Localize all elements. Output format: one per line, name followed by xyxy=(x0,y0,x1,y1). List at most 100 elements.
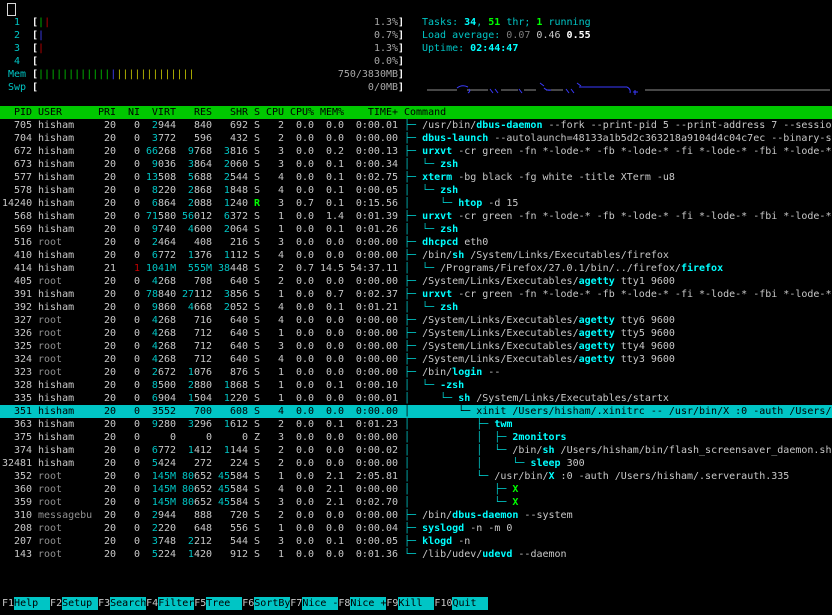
process-row-335[interactable]: 335hisham200690415041220S10.00.00:00.01│… xyxy=(0,392,832,405)
cell-res: 716 xyxy=(182,314,212,327)
process-row-326[interactable]: 326root2004268712640S10.00.00:00.00├─ /S… xyxy=(0,327,832,340)
fn-f7-nice--[interactable]: F7Nice - xyxy=(290,597,338,610)
process-row-325[interactable]: 325root2004268712640S30.00.00:00.00├─ /S… xyxy=(0,340,832,353)
process-row-359[interactable]: 359root200145M8065245584S30.02.10:02.70│… xyxy=(0,496,832,509)
cell-cpu: 3 xyxy=(266,197,284,210)
cursor-glyph-artifact xyxy=(7,3,16,16)
process-row-568[interactable]: 568hisham20071580560126372S10.01.40:01.3… xyxy=(0,210,832,223)
column-header-time[interactable]: TIME+ xyxy=(350,106,398,119)
column-header-virt[interactable]: VIRT xyxy=(146,106,176,119)
process-row-323[interactable]: 323root20026721076876S10.00.00:00.00├─ /… xyxy=(0,366,832,379)
cell-time: 0:00.00 xyxy=(350,483,398,496)
process-row-310[interactable]: 310messagebu2002944888720S20.00.00:00.00… xyxy=(0,509,832,522)
cell-pri: 20 xyxy=(98,327,116,340)
cell-user: root xyxy=(38,548,92,561)
cell-time: 0:00.00 xyxy=(350,353,398,366)
process-row-208[interactable]: 208root2002220648556S10.00.00:00.04├─ sy… xyxy=(0,522,832,535)
cell-command: ├─ dhcpcd eth0 xyxy=(404,237,488,248)
process-row-704[interactable]: 704hisham2003772596432S20.00.00:00.00├─ … xyxy=(0,132,832,145)
text-segment: 0.0 xyxy=(296,406,314,417)
process-row-351[interactable]: 351hisham2003552700608S40.00.00:00.00│ └… xyxy=(0,405,832,418)
process-row-32481[interactable]: 32481hisham2005424272224S20.00.00:00.00│… xyxy=(0,457,832,470)
process-row-328[interactable]: 328hisham200850028801868S10.00.10:00.10│… xyxy=(0,379,832,392)
text-segment: /bin/ xyxy=(422,250,452,261)
process-row-375[interactable]: 375hisham200000Z30.00.00:00.00│ │ ├─ 2mo… xyxy=(0,431,832,444)
fn-f8-nice-+[interactable]: F8Nice + xyxy=(338,597,386,610)
cell-virt: 66268 xyxy=(146,145,176,158)
fn-f4-filter[interactable]: F4Filter xyxy=(146,597,194,610)
process-row-374[interactable]: 374hisham200677214121144S20.00.00:00.02│… xyxy=(0,444,832,457)
text-segment: 0.0 xyxy=(296,237,314,248)
cell-cpup: 0.7 xyxy=(290,262,314,275)
column-header-cpu[interactable]: CPU xyxy=(266,106,284,119)
column-header-res[interactable]: RES xyxy=(182,106,212,119)
fn-f6-sortby[interactable]: F6SortBy xyxy=(242,597,290,610)
column-header-pid[interactable]: PID xyxy=(2,106,32,119)
column-header-memp[interactable]: MEM% xyxy=(320,106,344,119)
process-row-143[interactable]: 143root20052241420912S10.00.00:01.36└─ /… xyxy=(0,548,832,561)
column-header-pri[interactable]: PRI xyxy=(98,106,116,119)
process-row-14240[interactable]: 14240hisham200686420881240R30.70.10:15.5… xyxy=(0,197,832,210)
text-segment: 0.0 xyxy=(296,458,314,469)
process-row-392[interactable]: 392hisham200986046682052S40.00.10:01.21│… xyxy=(0,301,832,314)
text-segment: 391 xyxy=(14,289,32,300)
text-segment: 0.1 xyxy=(326,172,344,183)
cell-shr: 608 xyxy=(218,405,248,418)
process-row-410[interactable]: 410hisham200677213761112S40.00.00:00.00├… xyxy=(0,249,832,262)
text-segment: 0.0 xyxy=(296,510,314,521)
cell-command: │ └─ /usr/bin/X :0 -auth /Users/hisham/.… xyxy=(404,471,789,482)
cell-cpup: 0.0 xyxy=(290,327,314,340)
cell-virt: 4268 xyxy=(146,327,176,340)
column-header-cpup[interactable]: CPU% xyxy=(290,106,314,119)
text-segment: hisham xyxy=(38,458,74,469)
cell-virt: 145M xyxy=(146,496,176,509)
cell-s: Z xyxy=(254,431,260,444)
process-row-405[interactable]: 405root2004268708640S20.00.00:00.00├─ /S… xyxy=(0,275,832,288)
process-row-577[interactable]: 577hisham2001350856882544S40.00.10:02.75… xyxy=(0,171,832,184)
text-segment: tty4 9600 xyxy=(615,341,675,352)
process-row-327[interactable]: 327root2004268716640S40.00.00:00.00├─ /S… xyxy=(0,314,832,327)
fn-f9-kill[interactable]: F9Kill xyxy=(386,597,434,610)
process-row-673[interactable]: 673hisham200903638642060S30.00.10:00.34│… xyxy=(0,158,832,171)
fn-f10-quit[interactable]: F10Quit xyxy=(434,597,488,610)
process-row-705[interactable]: 705hisham2002944840692S20.00.00:00.01├─ … xyxy=(0,119,832,132)
column-header-user[interactable]: USER xyxy=(38,106,92,119)
text-segment: -cr green -fn *-lode-* -fb *-lode-* -fi … xyxy=(452,146,831,157)
process-row-391[interactable]: 391hisham20078840271123856S10.00.70:02.3… xyxy=(0,288,832,301)
process-row-569[interactable]: 569hisham200974046002064S10.00.10:01.26│… xyxy=(0,223,832,236)
cell-cpu: 4 xyxy=(266,353,284,366)
text-segment: 412 xyxy=(194,445,212,456)
cpu4-meter-label: 4 xyxy=(8,55,32,68)
cell-res: 80652 xyxy=(182,483,212,496)
text-segment: 544 xyxy=(230,172,248,183)
cell-virt: 4268 xyxy=(146,314,176,327)
process-row-360[interactable]: 360root200145M8065245584S40.02.10:00.00│… xyxy=(0,483,832,496)
fn-f5-tree[interactable]: F5Tree xyxy=(194,597,242,610)
text-segment: 4 xyxy=(278,185,284,196)
column-header-ni[interactable]: NI xyxy=(122,106,140,119)
text-segment: 2.1 xyxy=(326,484,344,495)
cell-cpup: 0.0 xyxy=(290,301,314,314)
cell-virt: 9280 xyxy=(146,418,176,431)
text-segment: 0.1 xyxy=(326,380,344,391)
fn-f1-help[interactable]: F1Help xyxy=(2,597,50,610)
process-row-672[interactable]: 672hisham2006626897683816S30.00.20:00.13… xyxy=(0,145,832,158)
text-segment: -n xyxy=(452,536,470,547)
column-header-shr[interactable]: SHR xyxy=(218,106,248,119)
process-row-363[interactable]: 363hisham200928032961612S20.00.10:01.23│… xyxy=(0,418,832,431)
fn-f3-search[interactable]: F3Search xyxy=(98,597,146,610)
text-segment: 569 xyxy=(14,224,32,235)
fn-f2-setup[interactable]: F2Setup xyxy=(50,597,98,610)
process-row-324[interactable]: 324root2004268712640S40.00.00:00.00├─ /S… xyxy=(0,353,832,366)
text-segment: 0.55 xyxy=(567,30,591,41)
process-row-516[interactable]: 516root2002464408216S30.00.00:00.00├─ dh… xyxy=(0,236,832,249)
cell-ni: 0 xyxy=(122,171,140,184)
cpu2-meter-value: 0.7% xyxy=(374,29,398,42)
process-row-578[interactable]: 578hisham200822028681848S40.00.10:00.05│… xyxy=(0,184,832,197)
text-segment: 20 xyxy=(104,224,116,235)
process-row-352[interactable]: 352root200145M8065245584S10.02.12:05.81│… xyxy=(0,470,832,483)
process-row-207[interactable]: 207root20037482212544S30.00.10:00.05├─ k… xyxy=(0,535,832,548)
column-header-s[interactable]: S xyxy=(254,106,260,119)
column-header-cmd[interactable]: Command xyxy=(404,107,446,118)
process-row-414[interactable]: 414hisham2111041M555M38448S20.714.554:37… xyxy=(0,262,832,275)
